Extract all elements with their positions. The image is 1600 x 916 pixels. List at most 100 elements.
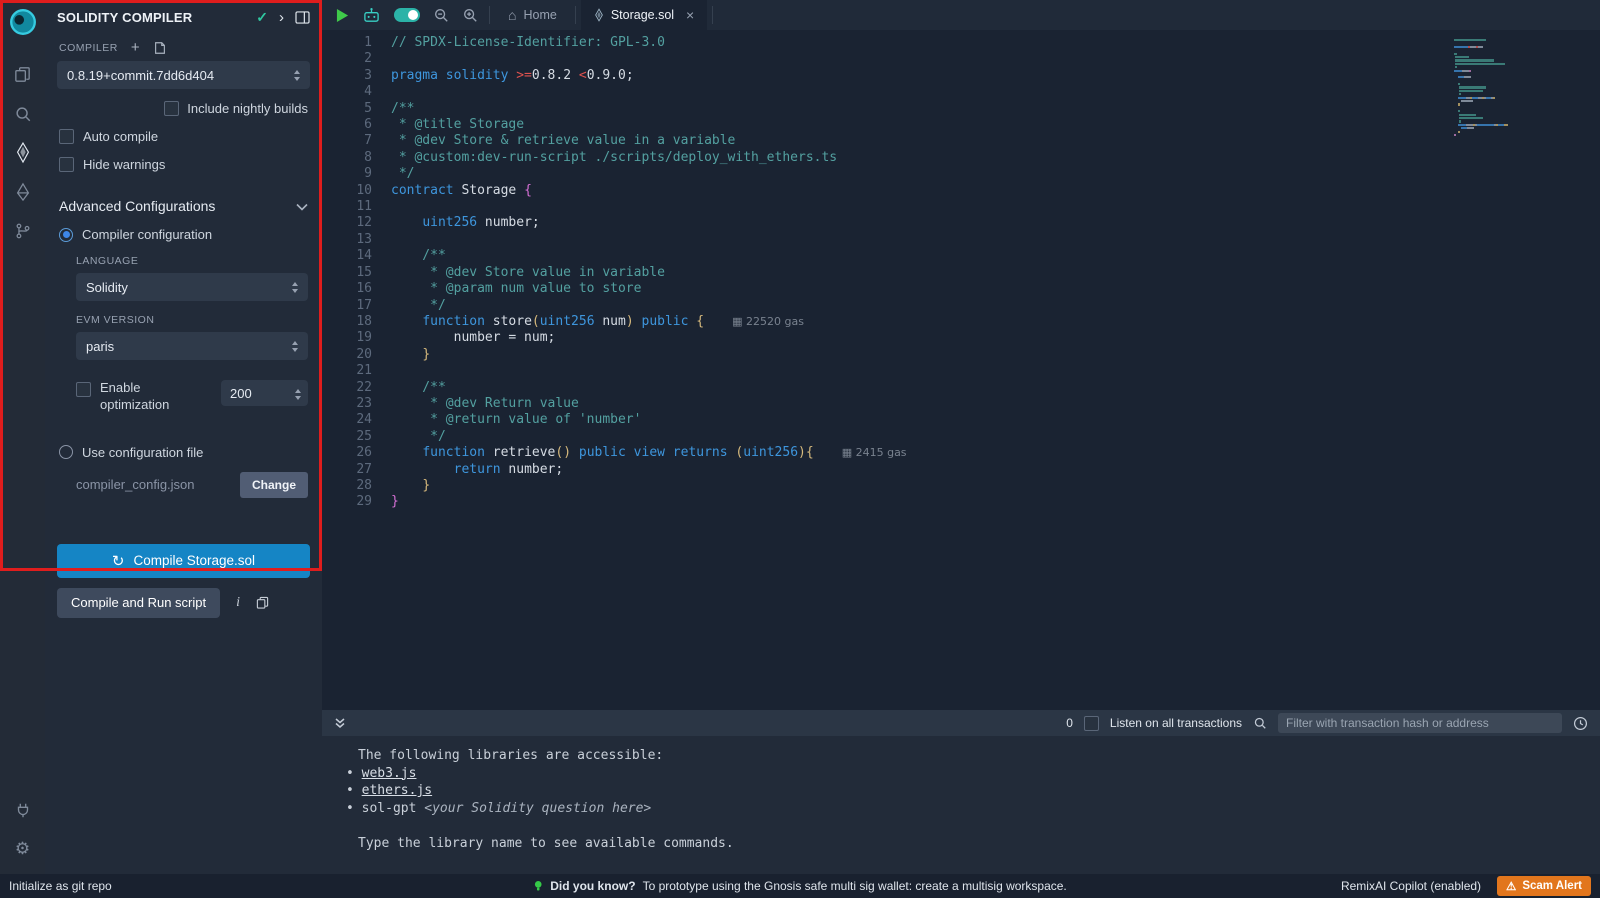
refresh-icon: ↻ xyxy=(112,552,125,570)
run-play-icon[interactable] xyxy=(336,8,349,23)
code-line: 15 * @dev Store value in variable xyxy=(322,265,1600,281)
terminal-library-link[interactable]: ethers.js xyxy=(362,783,432,798)
hide-warnings-row: Hide warnings xyxy=(45,144,322,172)
line-number: 12 xyxy=(322,215,391,231)
compile-and-run-button[interactable]: Compile and Run script xyxy=(57,588,220,618)
pin-panel-icon[interactable] xyxy=(295,11,310,24)
remix-logo-icon[interactable] xyxy=(8,7,38,37)
compiler-version-select[interactable]: 0.8.19+commit.7dd6d404 xyxy=(57,61,310,89)
compiler-label: COMPILER xyxy=(59,42,118,54)
init-git-repo-button[interactable]: Initialize as git repo xyxy=(9,879,112,893)
code-editor[interactable]: 1// SPDX-License-Identifier: GPL-3.023pr… xyxy=(322,30,1600,710)
include-nightly-checkbox[interactable] xyxy=(164,101,179,116)
tab-home[interactable]: ⌂ Home xyxy=(495,0,570,30)
collapse-terminal-icon[interactable] xyxy=(334,717,346,729)
line-number: 13 xyxy=(322,232,391,248)
code-line: 9 */ xyxy=(322,166,1600,182)
copilot-status[interactable]: RemixAI Copilot (enabled) xyxy=(1341,879,1481,893)
enable-optimization-label: Enable optimization xyxy=(100,380,188,414)
divider xyxy=(575,6,576,24)
panel-title: SOLIDITY COMPILER xyxy=(57,10,192,25)
copilot-toggle-switch[interactable] xyxy=(394,8,420,22)
editor-lines: 1// SPDX-License-Identifier: GPL-3.023pr… xyxy=(322,35,1600,511)
code-line: 24 * @return value of 'number' xyxy=(322,412,1600,428)
gas-estimate-badge[interactable]: ▦ 2415 gas xyxy=(842,446,907,459)
info-icon[interactable]: i xyxy=(236,595,240,611)
number-spinner-icon[interactable] xyxy=(295,389,301,400)
add-compiler-icon[interactable]: + xyxy=(131,40,140,55)
search-icon[interactable] xyxy=(0,94,45,133)
divider xyxy=(489,6,490,24)
listen-transactions-label: Listen on all transactions xyxy=(1110,716,1242,730)
select-caret-icon xyxy=(292,282,298,293)
terminal-search-icon[interactable] xyxy=(1253,716,1267,730)
terminal-line: The following libraries are accessible: xyxy=(322,747,1600,765)
hide-warnings-checkbox[interactable] xyxy=(59,157,74,172)
copy-icon[interactable] xyxy=(256,596,269,609)
code-line: 13 xyxy=(322,232,1600,248)
terminal-line: • web3.js xyxy=(322,765,1600,783)
auto-compile-checkbox[interactable] xyxy=(59,129,74,144)
solidity-compiler-icon[interactable] xyxy=(0,133,45,172)
evm-version-value: paris xyxy=(86,339,114,354)
code-line: 17 */ xyxy=(322,298,1600,314)
line-number: 27 xyxy=(322,462,391,478)
main-area: ⌂ Home Storage.sol × 1// SPDX-License-Id… xyxy=(322,0,1600,898)
file-explorer-icon[interactable] xyxy=(0,55,45,94)
code-line: 18 function store(uint256 num) public {▦… xyxy=(322,314,1600,330)
code-line: 8 * @custom:dev-run-script ./scripts/dep… xyxy=(322,150,1600,166)
language-select[interactable]: Solidity xyxy=(76,273,308,301)
auto-compile-label: Auto compile xyxy=(83,129,158,144)
language-value: Solidity xyxy=(86,280,128,295)
close-tab-icon[interactable]: × xyxy=(686,8,694,22)
line-number: 10 xyxy=(322,183,391,199)
compile-button[interactable]: ↻ Compile Storage.sol xyxy=(57,544,310,578)
line-number: 22 xyxy=(322,380,391,396)
evm-version-label: EVM VERSION xyxy=(76,314,308,326)
compiler-section-header: COMPILER + xyxy=(45,32,322,59)
terminal-line: • sol-gpt <your Solidity question here> xyxy=(322,800,1600,818)
code-line: 21 xyxy=(322,363,1600,379)
terminal-line: • ethers.js xyxy=(322,782,1600,800)
open-file-icon[interactable] xyxy=(153,41,167,55)
advanced-configurations-toggle[interactable]: Advanced Configurations xyxy=(45,172,322,218)
tab-storage-sol[interactable]: Storage.sol × xyxy=(581,0,707,30)
transaction-filter-input[interactable] xyxy=(1278,713,1562,733)
editor-minimap[interactable] xyxy=(1454,39,1566,137)
line-number: 5 xyxy=(322,101,391,117)
zoom-in-icon[interactable] xyxy=(462,7,478,23)
zoom-out-icon[interactable] xyxy=(433,7,449,23)
plugin-manager-icon[interactable] xyxy=(0,790,45,829)
panel-forward-icon[interactable]: › xyxy=(279,9,284,26)
editor-tabbar: ⌂ Home Storage.sol × xyxy=(322,0,1600,30)
tip-title: Did you know? xyxy=(550,879,635,893)
auto-compile-row: Auto compile xyxy=(45,116,322,144)
chevron-down-icon xyxy=(296,198,308,214)
compiler-configuration-label: Compiler configuration xyxy=(82,227,212,242)
line-number: 6 xyxy=(322,117,391,133)
git-icon[interactable] xyxy=(0,211,45,250)
deploy-run-icon[interactable] xyxy=(0,172,45,211)
gas-estimate-badge[interactable]: ▦ 22520 gas xyxy=(732,315,804,328)
use-configuration-file-radio[interactable] xyxy=(59,445,73,459)
compile-run-row: Compile and Run script i xyxy=(57,588,310,618)
change-config-button[interactable]: Change xyxy=(240,472,308,498)
scam-alert-label: Scam Alert xyxy=(1522,880,1582,892)
terminal-library-link[interactable]: web3.js xyxy=(362,766,417,781)
code-line: 3pragma solidity >=0.8.2 <0.9.0; xyxy=(322,68,1600,84)
settings-gear-icon[interactable]: ⚙ xyxy=(0,829,45,868)
language-label: LANGUAGE xyxy=(76,255,308,267)
compiler-configuration-radio[interactable] xyxy=(59,228,73,242)
enable-optimization-checkbox[interactable] xyxy=(76,382,91,397)
tab-home-label: Home xyxy=(523,8,556,22)
evm-version-select[interactable]: paris xyxy=(76,332,308,360)
advanced-group: LANGUAGE Solidity EVM VERSION paris Enab… xyxy=(45,242,322,414)
listen-transactions-checkbox[interactable] xyxy=(1084,716,1099,731)
pending-transactions-clock-icon[interactable] xyxy=(1573,716,1588,731)
scam-alert-badge[interactable]: ⚠ Scam Alert xyxy=(1497,876,1591,896)
code-line: 12 uint256 number; xyxy=(322,215,1600,231)
line-number: 18 xyxy=(322,314,391,330)
ai-copilot-icon[interactable] xyxy=(362,7,381,24)
line-number: 19 xyxy=(322,330,391,346)
code-line: 5/** xyxy=(322,101,1600,117)
